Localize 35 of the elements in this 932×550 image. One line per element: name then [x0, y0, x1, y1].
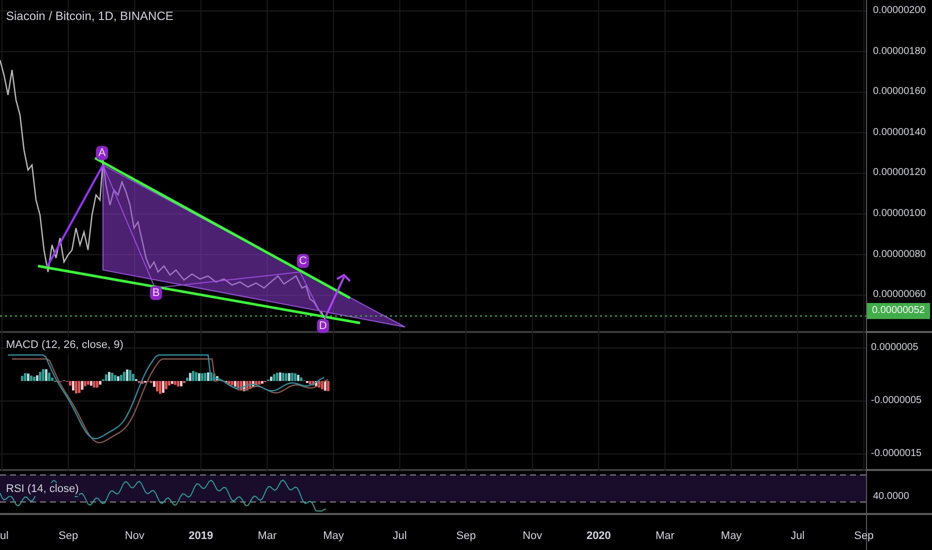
- time-axis-label: 2019: [188, 530, 214, 543]
- price-axis-label: 0.00000100: [873, 208, 926, 220]
- pattern-point-label: D: [317, 319, 329, 333]
- price-axis-label: 0.00000200: [873, 5, 926, 17]
- price-axis-label: 0.00000180: [873, 46, 926, 58]
- time-axis-label: Sep: [854, 530, 874, 543]
- time-axis-label: May: [720, 530, 742, 543]
- rsi-title: RSI (14, close): [6, 483, 79, 496]
- macd-axis-label: -0.0000015: [871, 448, 922, 460]
- macd-title: MACD (12, 26, close, 9): [6, 337, 124, 354]
- macd-axis-label: 0.0000005: [871, 342, 918, 354]
- price-axis-label: 0.00000160: [873, 86, 926, 98]
- time-axis-label: Jul: [392, 530, 407, 543]
- price-axis-label: 0.00000120: [873, 167, 926, 180]
- pattern-point-label: C: [297, 254, 309, 268]
- time-axis-label: Nov: [124, 530, 144, 543]
- time-axis-label: 2020: [586, 530, 611, 543]
- pattern-point-label: B: [150, 286, 162, 300]
- rsi-axis-label: 40.0000: [873, 491, 910, 503]
- time-axis-label: Mar: [656, 530, 674, 543]
- price-axis-label: 0.00000140: [873, 126, 926, 139]
- arrow-drawing: [324, 274, 351, 318]
- current-price-badge: 0.00000052: [867, 303, 930, 319]
- price-axis-label: 0.00000080: [873, 248, 926, 261]
- pattern-point-label: A: [96, 146, 108, 160]
- time-axis-label: Jul: [790, 530, 805, 543]
- time-axis-label: May: [323, 530, 344, 543]
- time-axis-label: Mar: [258, 530, 277, 543]
- time-axis-label: ul: [0, 530, 9, 543]
- time-axis-label: Nov: [522, 530, 542, 543]
- chart-title: Siacoin / Bitcoin, 1D, BINANCE: [6, 8, 174, 25]
- macd-axis-label: -0.0000005: [871, 395, 922, 407]
- price-axis-label: 0.00000060: [873, 289, 926, 302]
- time-axis-label: Sep: [58, 530, 78, 543]
- time-axis-label: Sep: [456, 530, 476, 543]
